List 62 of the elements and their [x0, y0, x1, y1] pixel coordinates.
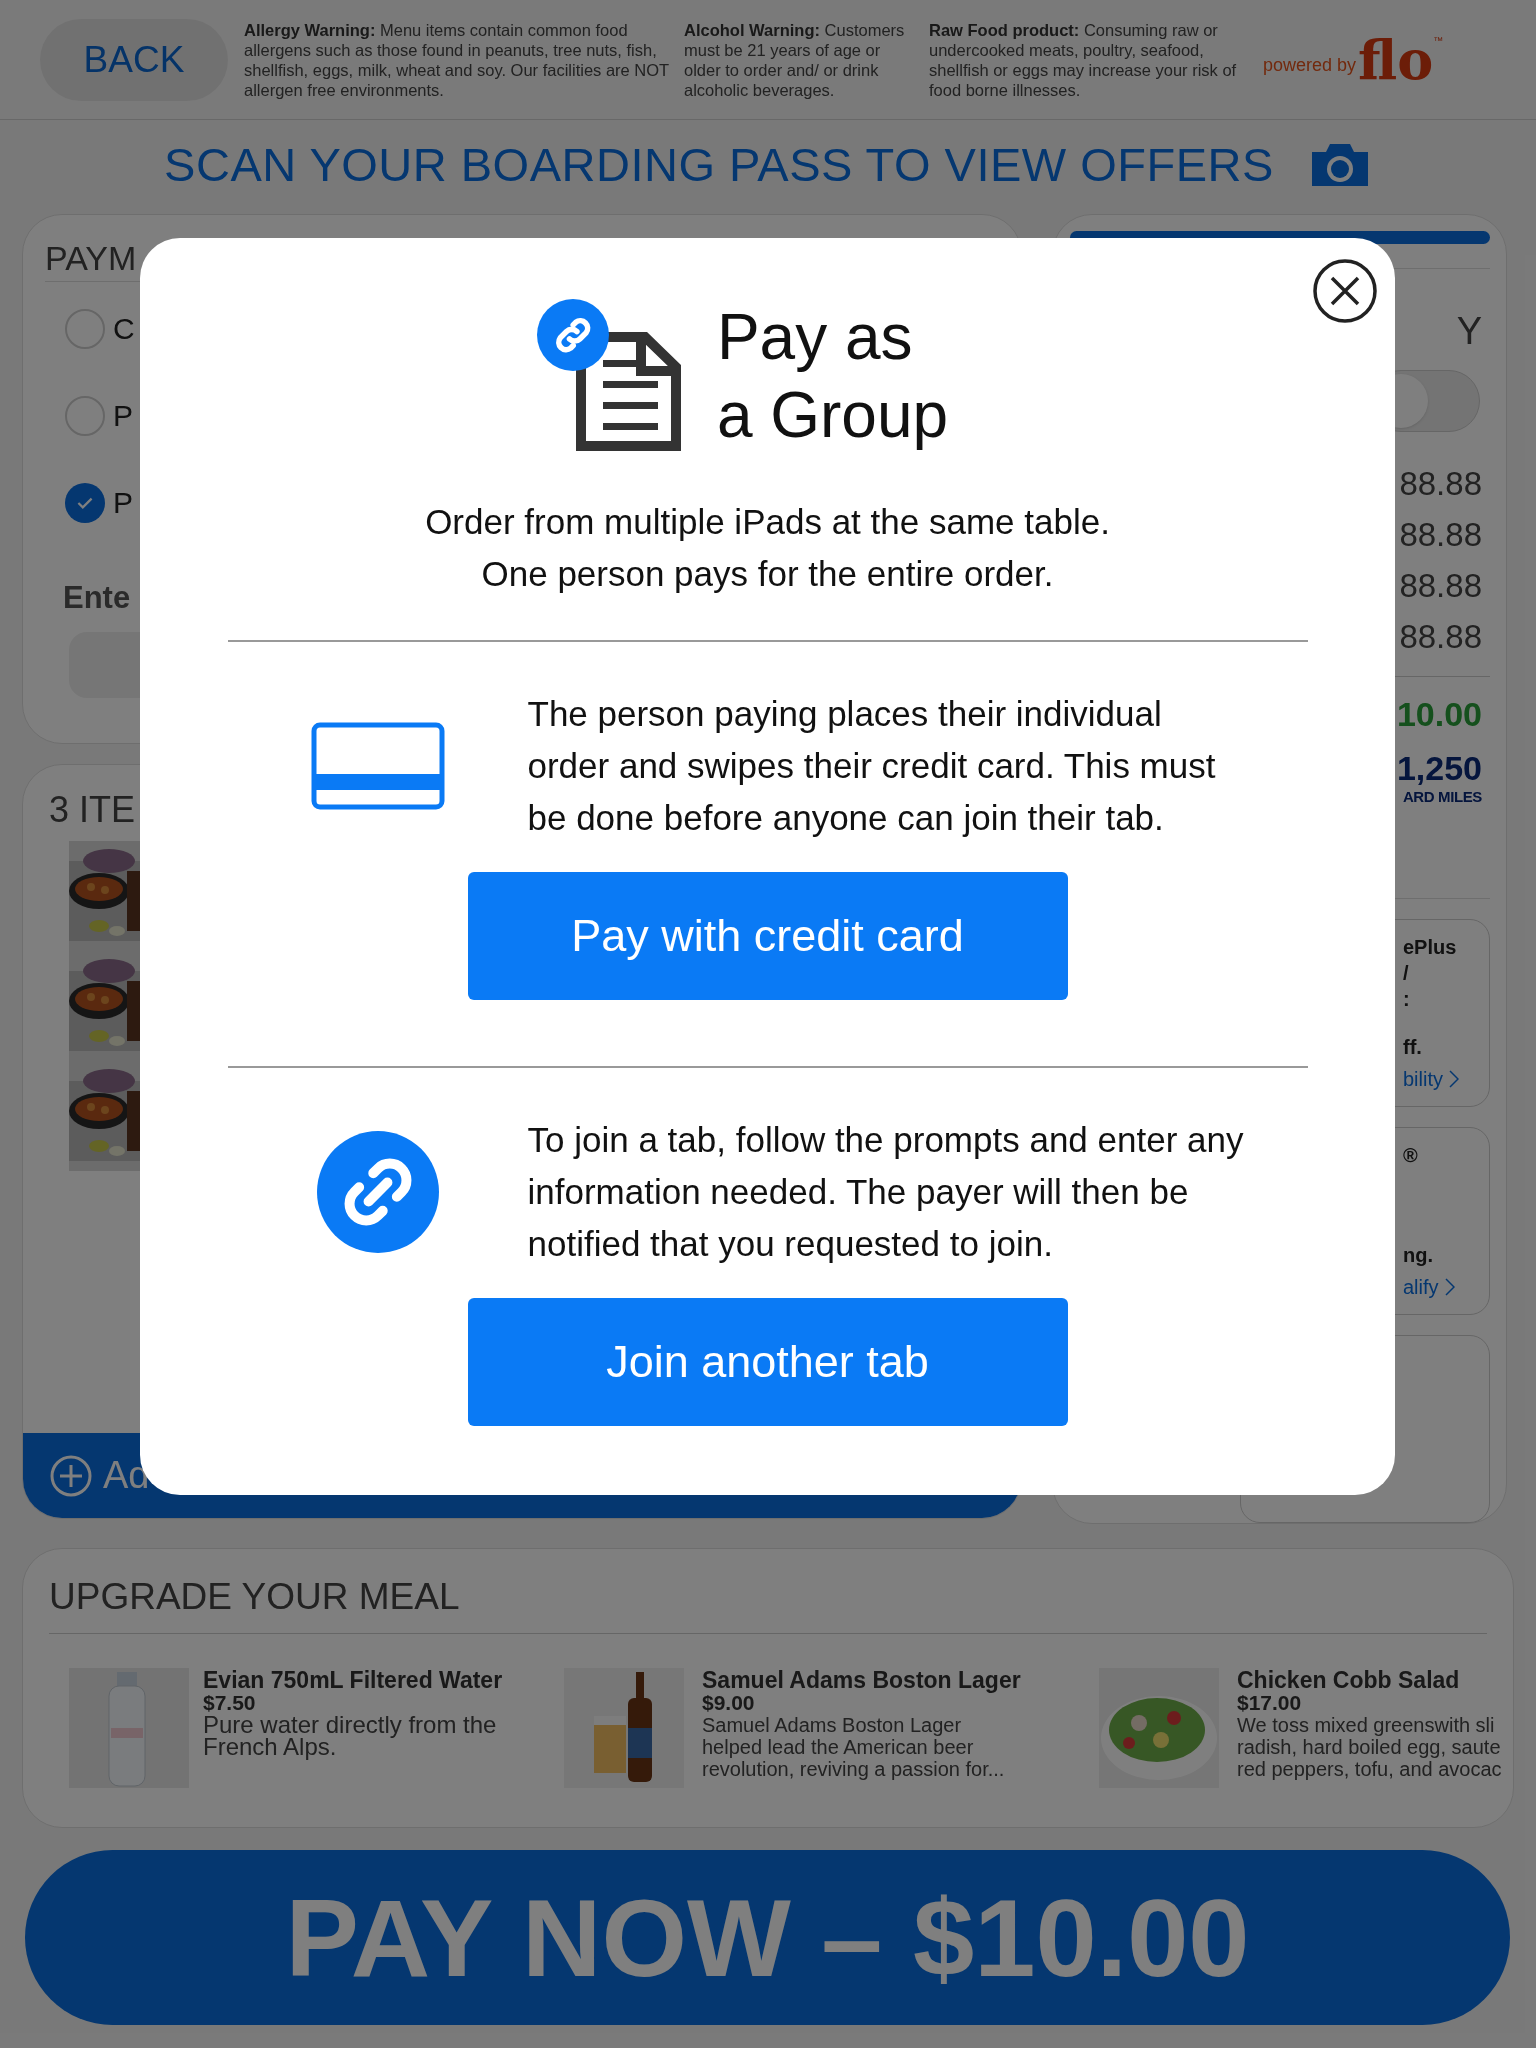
offer-text: ePlus — [1403, 935, 1457, 960]
item-name: Chicken Cobb Salad — [1237, 1667, 1461, 1692]
powered-by-label: powered by — [1263, 53, 1357, 77]
option-label: P — [113, 398, 133, 434]
offer-link[interactable]: alify — [1403, 1274, 1455, 1300]
modal-title: Pay as — [716, 300, 914, 375]
back-button[interactable]: BACK — [40, 18, 228, 101]
credit-card-icon — [310, 722, 445, 810]
pay-now-button[interactable]: PAY NOW – $10.00 — [25, 1850, 1510, 2025]
item-description: Samuel Adams Boston Lager — [702, 1713, 963, 1736]
plus-circle-icon — [49, 1453, 93, 1498]
chevron-right-icon — [1444, 1278, 1455, 1296]
offer-text: ng. — [1403, 1243, 1433, 1268]
option-label: C — [113, 311, 135, 347]
warning-text: Alcohol Warning: Customers must be 21 years of age or older to order and/ or drink alcoholic beverages. — [684, 19, 906, 100]
option-label: P — [113, 485, 133, 521]
offer-text: / — [1403, 961, 1409, 986]
modal-title: a Group — [716, 378, 949, 453]
offer-text: ff. — [1403, 1035, 1422, 1060]
item-description: helped lead the American beer — [702, 1735, 975, 1758]
offer-text: ® — [1403, 1143, 1418, 1168]
radio-button[interactable] — [65, 308, 105, 349]
card-title: 3 ITE — [49, 789, 136, 830]
item-price: $17.00 — [1237, 1691, 1303, 1714]
action-button[interactable]: Pay with credit card — [467, 872, 1068, 1000]
miles-label: ARD MILES — [1402, 786, 1482, 807]
banner-title[interactable]: SCAN YOUR BOARDING PASS TO VIEW OFFERS — [164, 129, 1274, 201]
item-description: radish, hard boiled egg, saute — [1237, 1735, 1502, 1758]
item-description: Pure water directly from the — [203, 1713, 498, 1736]
flo-logo: flo — [1358, 32, 1434, 87]
warning-text: Raw Food product: Consuming raw or undercooked meats, poultry, seafood, shellfish or eggs may increase your risk of food borne illnesses. — [929, 19, 1238, 100]
field-label: Ente — [63, 580, 131, 615]
trademark-mark: ™ — [1433, 33, 1444, 48]
warning-text: Allergy Warning: Menu items contain common food allergens such as those found in peanuts, tree nuts, fish, shellfish, eggs, milk, wheat and soy. Our facilities are NOT allergen free environments. — [244, 19, 670, 100]
section-title: UPGRADE YOUR MEAL — [49, 1569, 1487, 1634]
section-text: To join a tab, follow the prompts and enter any information needed. The payer will then be notified that you requested to join. — [527, 1119, 1245, 1265]
price-text: 88.88 — [1399, 514, 1482, 555]
modal-description: One person pays for the entire order. — [481, 553, 1054, 595]
item-description: French Alps. — [203, 1735, 337, 1758]
price-text: 88.88 — [1399, 616, 1482, 657]
action-button[interactable]: Join another tab — [467, 1298, 1068, 1426]
radio-button[interactable] — [65, 395, 105, 436]
item-description: revolution, reviving a passion for... — [702, 1757, 1006, 1780]
price-text: 88.88 — [1399, 565, 1482, 606]
item-price: $7.50 — [203, 1691, 257, 1714]
section-text: The person paying places their individual order and swipes their credit card. This must be done before anyone can join their tab. — [527, 693, 1217, 839]
offer-link[interactable]: bility — [1403, 1066, 1459, 1092]
item-price: $9.00 — [702, 1691, 756, 1714]
price-text: 88.88 — [1399, 463, 1482, 504]
radio-button[interactable] — [65, 482, 105, 523]
card-title: PAYM — [45, 239, 137, 277]
item-description: red peppers, tofu, and avocac — [1237, 1757, 1502, 1780]
item-name: Samuel Adams Boston Lager — [702, 1667, 1021, 1692]
modal-description: Order from multiple iPads at the same table. — [425, 501, 1110, 543]
item-name: Evian 750mL Filtered Water — [203, 1667, 503, 1692]
close-icon[interactable] — [1312, 258, 1378, 324]
miles-amount: 1,250 — [1396, 749, 1482, 786]
item-description: We toss mixed greenswith sli — [1237, 1713, 1496, 1736]
total-amount: 10.00 — [1396, 693, 1482, 735]
offer-text: : — [1403, 987, 1410, 1012]
section-heading: Y — [1456, 308, 1482, 354]
chevron-right-icon — [1449, 1070, 1459, 1088]
